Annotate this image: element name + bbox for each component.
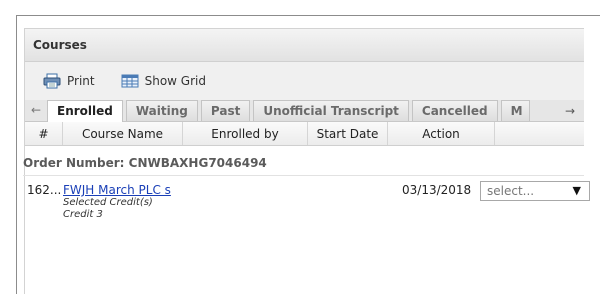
- tab-cancelled[interactable]: Cancelled: [411, 100, 498, 121]
- tab-enrolled[interactable]: Enrolled: [47, 100, 123, 122]
- toolbar: Print Show Grid: [25, 62, 584, 100]
- panel-title: Courses: [25, 29, 584, 62]
- course-credit-label: Selected Credit(s): [63, 197, 153, 208]
- tab-unofficial-transcript[interactable]: Unofficial Transcript: [253, 100, 409, 121]
- tab-past[interactable]: Past: [200, 100, 251, 121]
- show-grid-button[interactable]: Show Grid: [121, 74, 206, 88]
- dropdown-arrow-icon: ▼: [572, 184, 581, 197]
- row-number: 162...: [27, 183, 62, 197]
- course-name-link[interactable]: FWJH March PLC s: [63, 183, 171, 197]
- tab-scroll-right-button[interactable]: →: [562, 100, 578, 121]
- tab-bar: ← Enrolled Waiting Past Unofficial Trans…: [25, 100, 584, 122]
- print-label: Print: [67, 74, 95, 88]
- show-grid-label: Show Grid: [144, 74, 206, 88]
- grid-header: # Course Name Enrolled by Start Date Act…: [25, 122, 584, 146]
- action-select-value: select...: [487, 184, 535, 198]
- column-header-enrolled-by[interactable]: Enrolled by: [183, 122, 308, 145]
- action-select[interactable]: select... ▼: [480, 181, 590, 201]
- printer-icon: [43, 73, 61, 89]
- start-date: 03/13/2018: [402, 183, 472, 197]
- column-header-course-name[interactable]: Course Name: [63, 122, 183, 145]
- course-cell: FWJH March PLC s Selected Credit(s) Cred…: [63, 183, 171, 221]
- column-header-action[interactable]: Action: [388, 122, 495, 145]
- tab-scroll-left-button[interactable]: ←: [25, 99, 47, 121]
- column-header-start-date[interactable]: Start Date: [308, 122, 388, 145]
- tab-waiting[interactable]: Waiting: [125, 100, 198, 121]
- grid-icon: [121, 74, 139, 88]
- course-credit-value: Credit 3: [63, 209, 103, 220]
- group-row-order-number: Order Number: CNWBAXHG7046494: [23, 146, 584, 176]
- print-button[interactable]: Print: [43, 73, 95, 89]
- tab-more[interactable]: M: [500, 100, 530, 121]
- table-row: 162... FWJH March PLC s Selected Credit(…: [25, 176, 590, 236]
- column-header-number[interactable]: #: [25, 122, 63, 145]
- courses-panel: Courses Print Show Grid ← Enrolled Waiti…: [23, 28, 590, 294]
